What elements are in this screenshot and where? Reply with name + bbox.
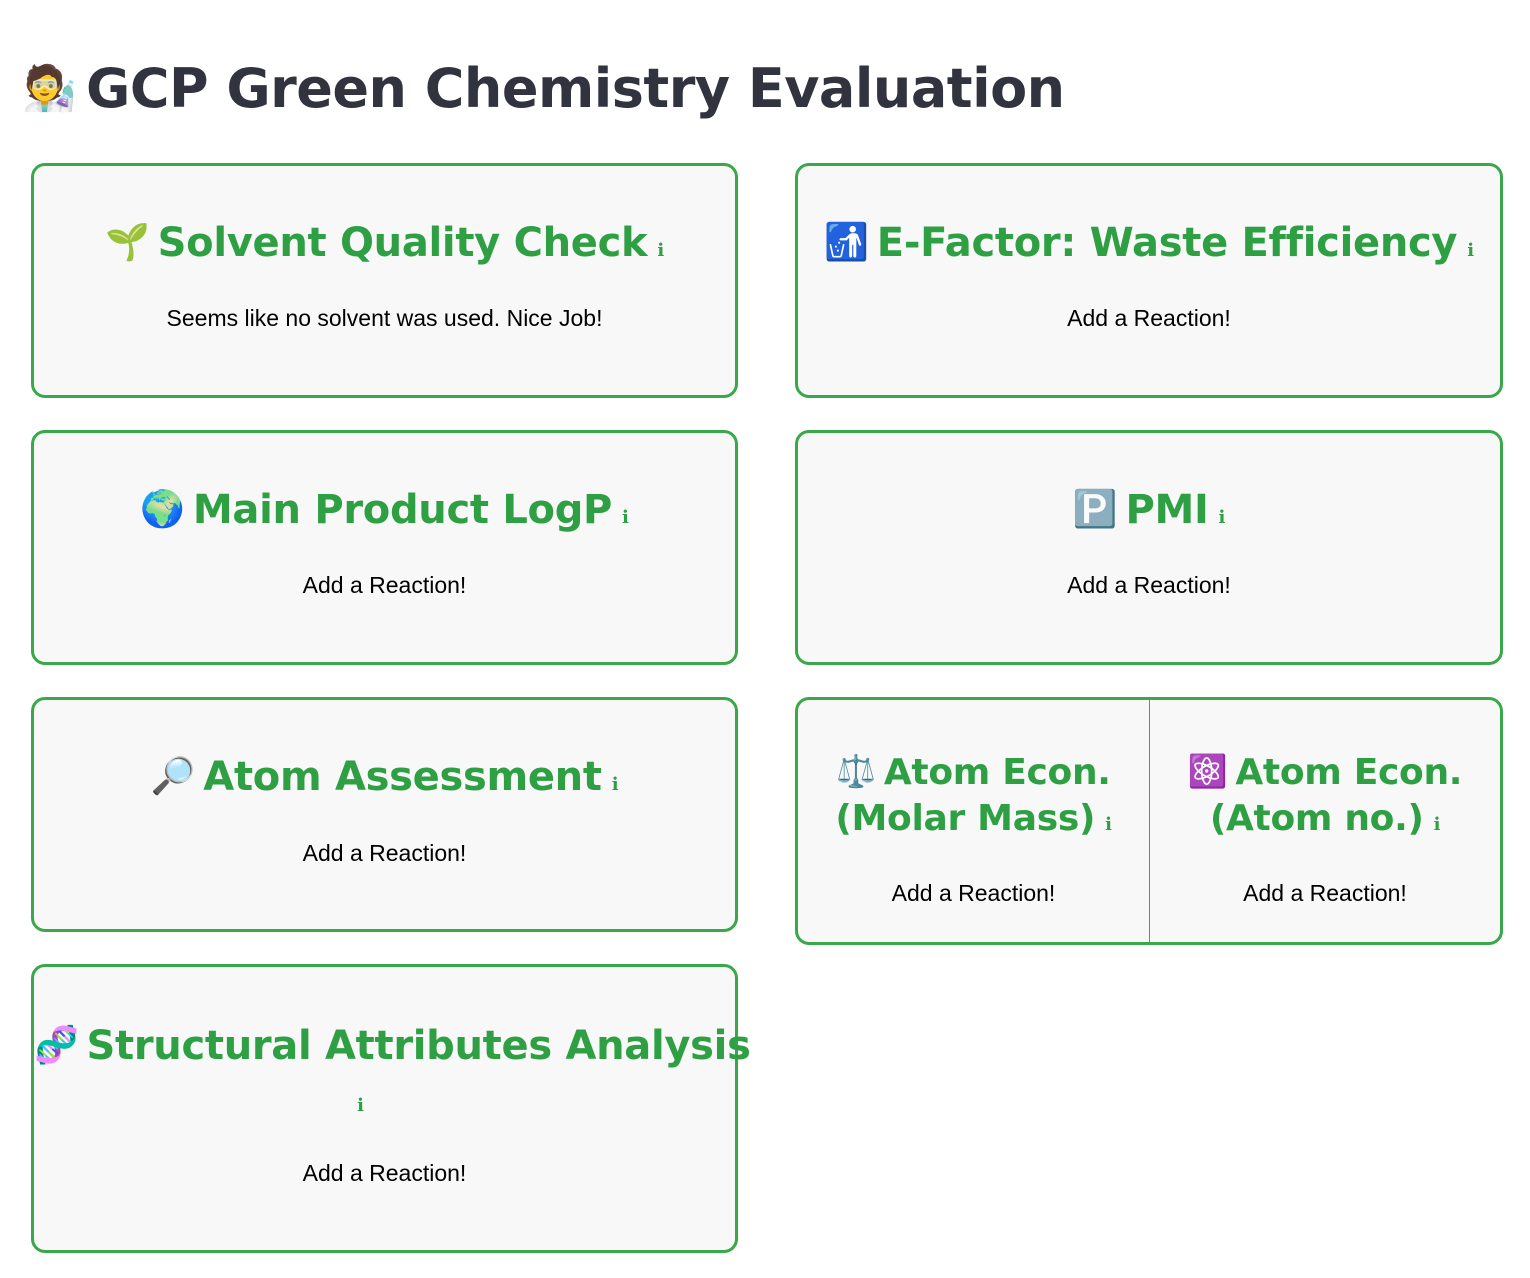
waste-bin-icon: 🚮: [824, 222, 869, 263]
atom-assessment-card: 🔎 Atom Assessment i Add a Reaction!: [31, 697, 738, 932]
e-factor-card: 🚮 E-Factor: Waste Efficiency i Add a React…: [795, 163, 1503, 398]
info-icon[interactable]: i: [1467, 228, 1474, 274]
solvent-quality-title: 🌱 Solvent Quality Check i: [34, 220, 735, 274]
page: 🧑‍🔬 GCP Green Chemistry Evaluation 🌱 Solv…: [0, 0, 1530, 1278]
page-title-text: GCP Green Chemistry Evaluation: [86, 56, 1065, 120]
structural-attributes-title: 🧬 Structural Attributes Analysis: [34, 1023, 751, 1069]
info-icon[interactable]: i: [1105, 802, 1112, 848]
info-icon[interactable]: i: [622, 495, 629, 541]
atom-econ-mass-title: ⚖️ Atom Econ. (Molar Mass) i: [798, 748, 1149, 848]
logp-text: Add a Reaction!: [302, 572, 467, 598]
atom-assessment-title: 🔎 Atom Assessment i: [34, 754, 735, 808]
atom-econ-mass-text: Add a Reaction!: [891, 880, 1056, 906]
pmi-text: Add a Reaction!: [1067, 572, 1231, 598]
info-icon[interactable]: i: [612, 762, 619, 808]
e-factor-title: 🚮 E-Factor: Waste Efficiency i: [798, 220, 1500, 274]
atom-econ-number-text: Add a Reaction!: [1243, 880, 1407, 906]
structural-attributes-card: 🧬 Structural Attributes Analysis i Add a …: [31, 964, 751, 1253]
parking-p-icon: 🅿️: [1072, 489, 1118, 530]
solvent-quality-card: 🌱 Solvent Quality Check i Seems like no so…: [31, 163, 738, 398]
atom-econ-number-column: ⚛️ Atom Econ. (Atom no.) i Add a Reaction!: [1150, 700, 1500, 942]
magnifier-icon: 🔎: [150, 756, 196, 797]
pmi-card: 🅿️ PMI i Add a Reaction!: [795, 430, 1503, 665]
structural-attributes-text: Add a Reaction!: [302, 1160, 467, 1186]
atom-econ-mass-column: ⚖️ Atom Econ. (Molar Mass) i Add a Reactio…: [798, 700, 1149, 942]
dna-icon: 🧬: [34, 1025, 79, 1066]
balance-scale-icon: ⚖️: [836, 752, 876, 790]
pmi-title: 🅿️ PMI i: [798, 487, 1500, 541]
globe-icon: 🌍: [140, 489, 185, 530]
atom-economy-card: ⚖️ Atom Econ. (Molar Mass) i Add a Reactio…: [795, 697, 1503, 945]
atom-econ-number-title: ⚛️ Atom Econ. (Atom no.) i: [1150, 748, 1500, 848]
atom-symbol-icon: ⚛️: [1187, 752, 1228, 790]
e-factor-text: Add a Reaction!: [1067, 305, 1231, 331]
info-icon[interactable]: i: [357, 1095, 364, 1116]
info-icon[interactable]: i: [1219, 495, 1226, 541]
info-icon[interactable]: i: [657, 228, 664, 274]
seedling-icon: 🌱: [105, 222, 150, 263]
page-title: 🧑‍🔬 GCP Green Chemistry Evaluation: [22, 52, 1065, 124]
scientist-icon: 🧑‍🔬: [22, 63, 77, 114]
logp-title: 🌍 Main Product LogP i: [34, 487, 735, 541]
solvent-quality-text: Seems like no solvent was used. Nice Job…: [166, 305, 603, 331]
atom-assessment-text: Add a Reaction!: [302, 840, 467, 866]
info-icon[interactable]: i: [1434, 802, 1441, 848]
logp-card: 🌍 Main Product LogP i Add a Reaction!: [31, 430, 738, 665]
